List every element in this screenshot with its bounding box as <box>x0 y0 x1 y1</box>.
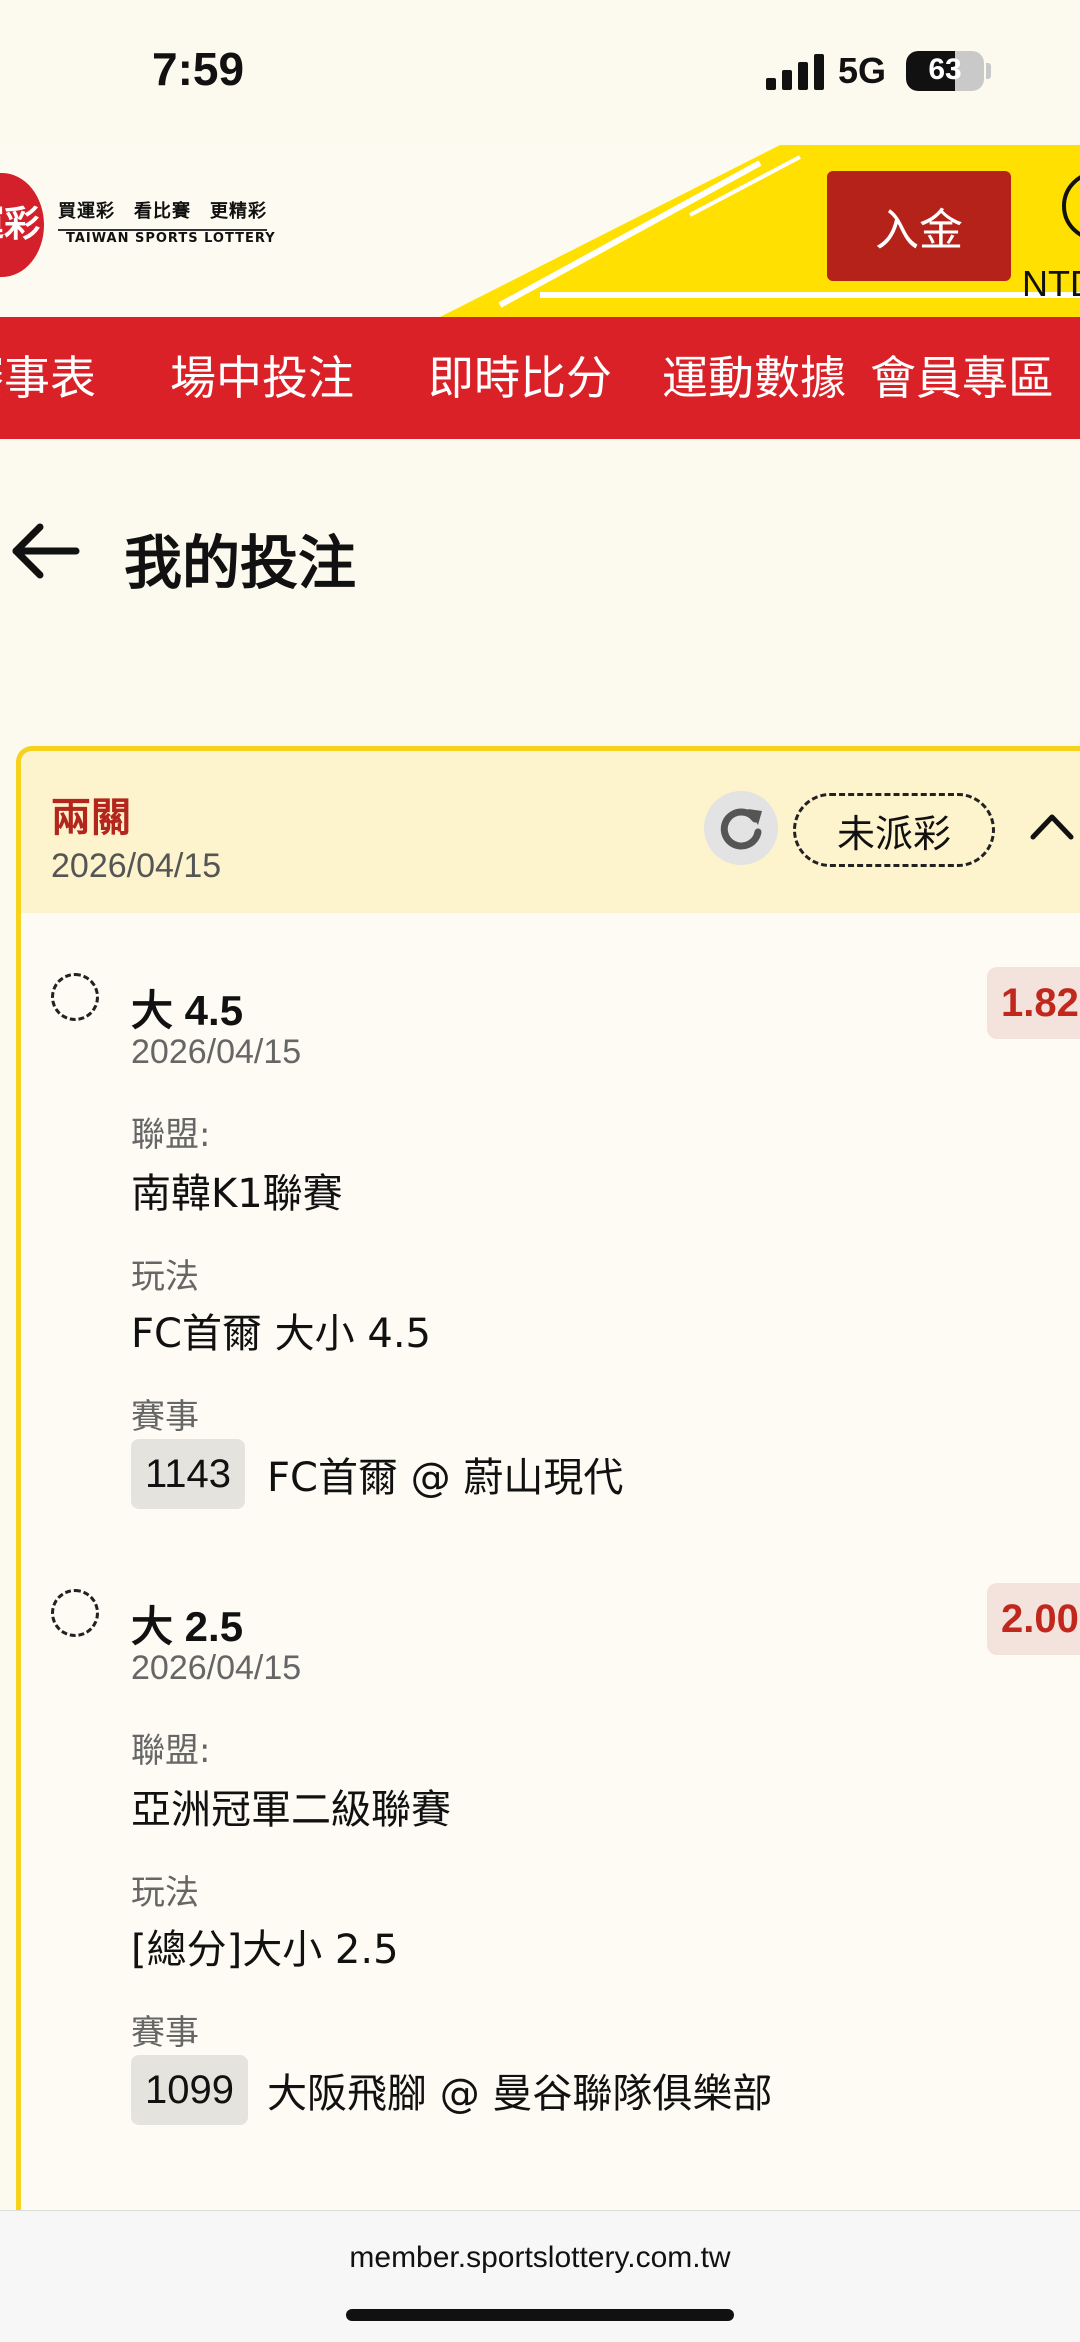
bet-type: 兩關 <box>51 795 131 841</box>
cellular-signal-icon <box>766 54 824 90</box>
page-title: 我的投注 <box>124 529 357 597</box>
leg-odds: 1.82 <box>987 967 1080 1039</box>
nav-item-member-area[interactable]: 會員專區 <box>870 317 1054 439</box>
market-value: FC首爾 大小 4.5 <box>131 1311 431 1357</box>
league-value: 南韓K1聯賽 <box>131 1171 343 1217</box>
site-header: 運彩 買運彩 看比賽 更精彩 TAIWAN SPORTS LOTTERY 入金 … <box>0 145 1080 317</box>
network-type: 5G <box>838 50 887 91</box>
back-arrow-icon[interactable] <box>10 522 80 580</box>
match-code-badge: 1099 <box>131 2055 248 2125</box>
ticket-status-badge: 未派彩 <box>793 793 995 867</box>
main-nav: 賽事表 場中投注 即時比分 運動數據 會員專區 <box>0 317 1080 439</box>
logo-slogan: 買運彩 看比賽 更精彩 <box>58 197 267 231</box>
league-label: 聯盟: <box>131 1115 211 1155</box>
match-name: FC首爾 @ 蔚山現代 <box>267 1455 624 1501</box>
home-indicator[interactable] <box>346 2309 734 2321</box>
nav-item-live-betting[interactable]: 場中投注 <box>170 317 354 439</box>
status-time: 7:59 <box>152 43 245 95</box>
nav-item-sports-data[interactable]: 運動數據 <box>662 317 846 439</box>
leg-odds: 2.00 <box>987 1583 1080 1655</box>
match-label: 賽事 <box>131 1397 199 1437</box>
nav-item-live-scores[interactable]: 即時比分 <box>428 317 612 439</box>
bet-ticket-card: 兩關 2026/04/15 未派彩 大 4.5 2026/04/15 1.82 … <box>16 746 1080 2271</box>
currency-label: NTD <box>1022 263 1080 304</box>
market-label: 玩法 <box>131 1257 199 1297</box>
refresh-icon[interactable] <box>704 791 778 865</box>
battery-icon: 63 <box>906 51 984 91</box>
leg-pick: 大 4.5 <box>131 987 244 1034</box>
match-name: 大阪飛腳 @ 曼谷聯隊俱樂部 <box>267 2071 773 2117</box>
ticket-header[interactable]: 兩關 2026/04/15 未派彩 <box>21 751 1080 913</box>
leg-pick: 大 2.5 <box>131 1603 244 1650</box>
leg-date: 2026/04/15 <box>131 1033 302 1071</box>
nav-item-schedule[interactable]: 賽事表 <box>0 317 96 439</box>
leg-status-icon <box>51 973 99 1021</box>
deposit-button[interactable]: 入金 <box>827 171 1011 281</box>
url-text[interactable]: member.sportslottery.com.tw <box>0 2241 1080 2275</box>
match-code-badge: 1143 <box>131 1439 246 1509</box>
match-label: 賽事 <box>131 2013 199 2053</box>
status-bar: 7:59 5G 63 <box>0 0 1080 145</box>
logo-english-name: TAIWAN SPORTS LOTTERY <box>66 231 276 246</box>
leg-status-icon <box>51 1589 99 1637</box>
league-value: 亞洲冠軍二級聯賽 <box>131 1787 451 1833</box>
battery-cap <box>986 63 991 79</box>
chevron-up-icon[interactable] <box>1029 811 1075 841</box>
page-title-row: 我的投注 <box>0 440 1080 692</box>
market-label: 玩法 <box>131 1873 199 1913</box>
browser-url-bar[interactable]: member.sportslottery.com.tw <box>0 2210 1080 2342</box>
ticket-date: 2026/04/15 <box>51 847 222 885</box>
market-value: [總分]大小 2.5 <box>131 1927 399 1973</box>
battery-percent: 63 <box>928 53 962 86</box>
leg-date: 2026/04/15 <box>131 1649 302 1687</box>
league-label: 聯盟: <box>131 1731 211 1771</box>
